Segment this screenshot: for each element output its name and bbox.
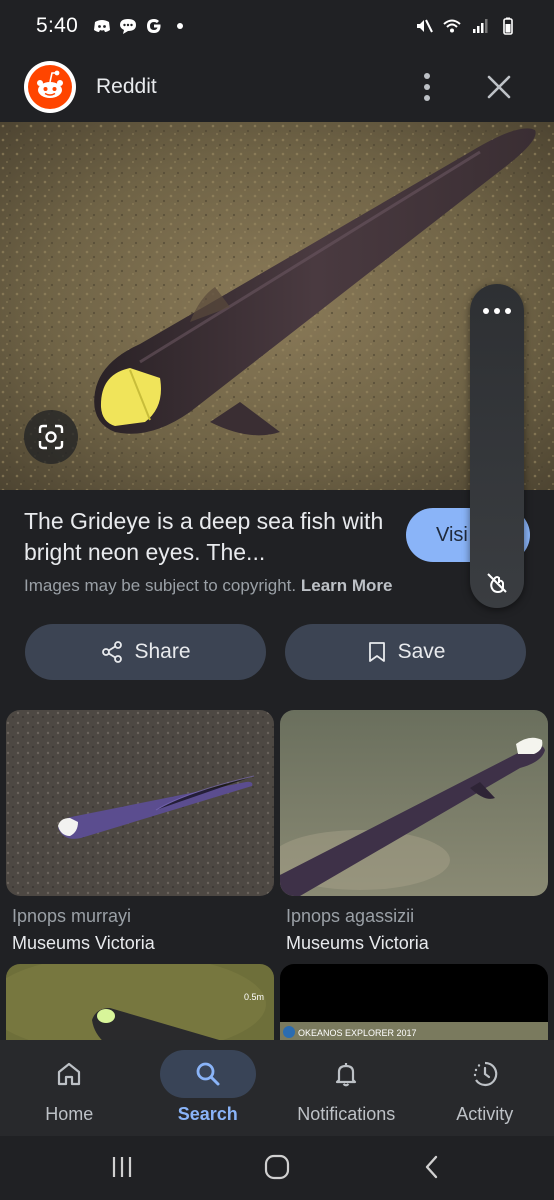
copyright-notice: Images may be subject to copyright. Lear… bbox=[24, 576, 393, 596]
fish-photo-3: 0.5m bbox=[6, 964, 274, 1044]
reddit-logo bbox=[24, 61, 76, 113]
chat-bubble-icon bbox=[120, 19, 137, 34]
back-system-button[interactable] bbox=[412, 1150, 452, 1184]
status-time: 5:40 bbox=[36, 14, 79, 37]
dot-icon bbox=[177, 23, 184, 29]
related-thumbnail[interactable] bbox=[6, 710, 274, 896]
nav-search-label: Search bbox=[177, 1104, 238, 1124]
status-bar: 5:40 bbox=[0, 0, 554, 52]
nav-home[interactable]: Home bbox=[0, 1040, 139, 1136]
nav-search[interactable]: Search bbox=[139, 1040, 278, 1136]
fish-photo-1 bbox=[6, 710, 274, 896]
fish-photo-2 bbox=[280, 710, 548, 896]
scale-label: 0.5m bbox=[244, 992, 264, 1002]
related-source: Museums Victoria bbox=[286, 933, 429, 953]
bell-icon bbox=[336, 1063, 357, 1087]
system-status-icons bbox=[414, 16, 518, 36]
gesture-off-icon[interactable] bbox=[484, 570, 510, 596]
system-navigation-bar bbox=[0, 1136, 554, 1200]
related-result-2[interactable]: Ipnops agassizii Museums Victoria bbox=[280, 710, 548, 954]
source-header: Reddit bbox=[0, 52, 554, 122]
share-icon bbox=[102, 641, 123, 663]
wifi-icon bbox=[443, 19, 461, 33]
nav-activity-label: Activity bbox=[456, 1104, 514, 1124]
share-button[interactable]: Share bbox=[25, 624, 266, 680]
activity-icon bbox=[473, 1061, 497, 1087]
okeanos-watermark: OKEANOS EXPLORER 2017 bbox=[298, 1028, 417, 1038]
google-lens-icon bbox=[38, 424, 64, 450]
source-title[interactable]: Reddit bbox=[96, 75, 157, 99]
share-label: Share bbox=[134, 640, 191, 663]
nav-icon-container bbox=[437, 1050, 533, 1098]
floating-assistant-panel[interactable] bbox=[470, 284, 524, 608]
learn-more-link[interactable]: Learn More bbox=[301, 576, 393, 595]
related-thumbnail[interactable] bbox=[280, 710, 548, 896]
related-result-3[interactable]: 0.5m bbox=[6, 964, 274, 1044]
save-label: Save bbox=[397, 640, 446, 663]
reddit-alien-icon bbox=[28, 65, 72, 109]
nav-activity[interactable]: Activity bbox=[416, 1040, 554, 1136]
nav-icon-container bbox=[21, 1050, 117, 1098]
nav-notifications[interactable]: Notifications bbox=[277, 1040, 416, 1136]
close-icon[interactable] bbox=[484, 72, 514, 102]
lens-search-button[interactable] bbox=[24, 410, 78, 464]
search-icon bbox=[196, 1062, 220, 1086]
related-title: Ipnops murrayi bbox=[12, 906, 132, 926]
bottom-navigation: Home Search Notifications Activity bbox=[0, 1040, 554, 1136]
home-circle-icon bbox=[264, 1154, 290, 1180]
nav-notifications-label: Notifications bbox=[297, 1104, 396, 1124]
recent-apps-button[interactable] bbox=[102, 1150, 142, 1184]
save-button[interactable]: Save bbox=[285, 624, 526, 680]
google-icon bbox=[147, 19, 161, 33]
mute-icon bbox=[417, 19, 433, 33]
related-source: Museums Victoria bbox=[12, 933, 155, 953]
nav-icon-container bbox=[159, 1050, 256, 1098]
discord-icon bbox=[94, 20, 111, 32]
more-options-icon[interactable] bbox=[412, 68, 442, 106]
related-result-4[interactable]: OKEANOS EXPLORER 2017 bbox=[280, 964, 548, 1044]
nav-icon-container bbox=[298, 1050, 394, 1098]
nav-home-label: Home bbox=[45, 1104, 94, 1124]
fish-photo-4: OKEANOS EXPLORER 2017 bbox=[280, 964, 548, 1044]
related-result-1[interactable]: Ipnops murrayi Museums Victoria bbox=[6, 710, 274, 954]
notification-icons bbox=[92, 16, 190, 36]
home-icon bbox=[58, 1062, 81, 1086]
signal-icon bbox=[473, 19, 488, 33]
related-title: Ipnops agassizii bbox=[286, 906, 415, 926]
home-system-button[interactable] bbox=[257, 1150, 297, 1184]
bookmark-icon bbox=[368, 642, 385, 662]
recent-apps-icon bbox=[112, 1157, 132, 1177]
panel-more-icon[interactable] bbox=[470, 308, 524, 314]
copyright-text: Images may be subject to copyright. bbox=[24, 576, 297, 595]
result-title[interactable]: The Gridеye is a deep sea fish with brig… bbox=[24, 506, 384, 568]
battery-icon bbox=[503, 17, 513, 35]
back-chevron-icon bbox=[425, 1155, 438, 1179]
